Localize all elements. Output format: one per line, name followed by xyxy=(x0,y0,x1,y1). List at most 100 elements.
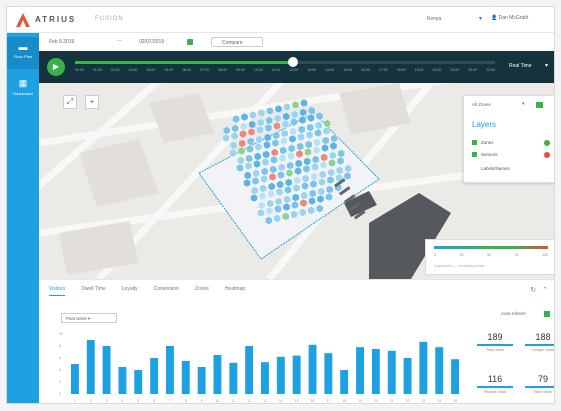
heatmap-cell xyxy=(260,174,268,184)
chevron-down-icon[interactable]: ▾ xyxy=(545,62,548,69)
heatmap-cell xyxy=(278,163,286,172)
range-select[interactable]: Past week ▾ xyxy=(61,313,117,323)
heatmap-cell xyxy=(264,133,272,142)
chart-bar[interactable] xyxy=(308,344,317,394)
layer-toggle-icon[interactable] xyxy=(536,102,543,108)
tab-conversion[interactable]: Conversion xyxy=(154,286,179,296)
chart-bar[interactable] xyxy=(150,358,159,394)
timeline-handle[interactable] xyxy=(288,57,299,67)
play-icon[interactable]: ▶ xyxy=(47,58,65,76)
chart-bar[interactable] xyxy=(356,347,364,394)
refresh-icon[interactable]: ↻ xyxy=(530,286,536,294)
chart-bar[interactable] xyxy=(166,346,174,394)
chart-bar[interactable] xyxy=(71,364,79,394)
chart-bar[interactable] xyxy=(213,355,222,394)
chevron-down-icon[interactable]: ▾ xyxy=(522,101,525,107)
layer-color-dot xyxy=(544,140,550,146)
y-tick-label: 6 xyxy=(59,356,61,360)
heatmap-cell xyxy=(310,172,318,181)
user-name: Dan McGrath xyxy=(498,15,529,21)
checkbox-icon[interactable] xyxy=(472,152,477,158)
heatmap-cell xyxy=(271,138,280,148)
heatmap-cell xyxy=(293,176,301,185)
heatmap-cell xyxy=(305,130,314,140)
x-tick-label: 23 xyxy=(422,399,426,403)
heatmap-cell xyxy=(244,161,253,171)
chart-bar[interactable] xyxy=(292,355,301,394)
tab-loyalty[interactable]: Loyalty xyxy=(122,286,138,296)
compare-checkbox[interactable] xyxy=(187,39,193,45)
checkbox-icon[interactable] xyxy=(472,140,477,146)
date-from[interactable]: Feb 9 2019 xyxy=(49,39,74,45)
chart-bar[interactable] xyxy=(387,350,396,394)
sidebar-item-floor-plan[interactable]: ▬ Floor Plan xyxy=(7,37,39,69)
layer-item-labels[interactable]: Labels/Names xyxy=(472,166,510,171)
chevron-down-icon[interactable]: ▾ xyxy=(479,15,482,22)
add-icon[interactable]: + xyxy=(85,95,99,109)
user-menu[interactable]: 👤 Dan McGrath xyxy=(491,15,528,21)
chart-bar[interactable] xyxy=(245,346,254,394)
heatmap-cell xyxy=(300,98,308,108)
timeline-slider[interactable] xyxy=(75,57,495,67)
heatmap-cell xyxy=(292,193,300,202)
heatmap-cell xyxy=(230,141,238,150)
chart-bar[interactable] xyxy=(134,370,143,394)
heatmap-cell xyxy=(337,149,345,158)
stat-card: 116 Repeat Visits xyxy=(477,374,513,394)
heatmap-cell xyxy=(297,132,305,142)
chart-bar[interactable] xyxy=(86,340,95,394)
compare-button[interactable]: Compare xyxy=(211,37,263,47)
fullscreen-icon[interactable]: ⤢ xyxy=(63,95,77,109)
layer-item-zones[interactable]: Zones xyxy=(472,140,494,146)
chart-bar[interactable] xyxy=(435,347,444,394)
sidebar-item-label: Dashboard xyxy=(13,91,33,96)
tab-visitors[interactable]: Visitors xyxy=(49,286,66,296)
auto-refresh-toggle[interactable] xyxy=(544,311,550,317)
tab-zones[interactable]: Zones xyxy=(195,286,209,296)
chart-bar[interactable] xyxy=(229,362,238,394)
heatmap-cell xyxy=(258,191,267,201)
chart-bar[interactable] xyxy=(340,370,349,394)
legend-gradient xyxy=(434,246,548,249)
timeline-tick: 19:00 xyxy=(414,68,424,72)
chart-bar[interactable] xyxy=(419,341,428,394)
x-tick-label: 12 xyxy=(247,399,251,403)
collapse-icon[interactable]: ⌃ xyxy=(542,286,548,294)
timeline-tick: 08:00 xyxy=(218,68,227,72)
chart-bar[interactable] xyxy=(118,367,127,394)
heatmap-cell xyxy=(291,110,299,119)
chart-bar[interactable] xyxy=(181,361,190,394)
date-to[interactable]: 02/07/2019 xyxy=(139,39,164,45)
x-tick-label: 7 xyxy=(169,399,171,403)
chart-bar[interactable] xyxy=(371,349,380,394)
chart-bar[interactable] xyxy=(276,356,285,394)
chart-bar[interactable] xyxy=(451,359,459,394)
heatmap-cell xyxy=(321,143,329,153)
heatmap-cell xyxy=(257,208,265,218)
heatmap-cell xyxy=(279,146,287,155)
heatmap-cell xyxy=(307,113,315,123)
heatmap-cell xyxy=(282,212,290,221)
zone-select[interactable]: All Zones xyxy=(472,102,491,107)
chart-bar[interactable] xyxy=(261,362,269,394)
tab-heatmap[interactable]: Heatmap xyxy=(225,286,245,296)
heatmap-cell xyxy=(278,153,287,163)
x-tick-label: 2 xyxy=(90,399,92,403)
layer-label: Zones xyxy=(481,140,494,145)
heatmap-cell xyxy=(274,114,282,123)
chart-bar[interactable] xyxy=(324,353,333,394)
chart-bar[interactable] xyxy=(197,367,206,394)
heatmap-cell xyxy=(323,119,331,128)
sidebar-item-dashboard[interactable]: ▦ Dashboard xyxy=(7,73,39,105)
layer-label: Sensors xyxy=(481,152,498,157)
heatmap-cell xyxy=(265,216,273,225)
x-tick-label: 4 xyxy=(122,399,124,403)
mode-label[interactable]: Real Time xyxy=(509,63,532,69)
chart-bar[interactable] xyxy=(102,346,111,394)
heatmap-cell xyxy=(315,111,324,121)
chart-bar[interactable] xyxy=(403,358,412,394)
heatmap-cell xyxy=(272,131,280,140)
site-select[interactable]: Kenya xyxy=(427,16,441,22)
tab-dwell-time[interactable]: Dwell Time xyxy=(81,286,105,296)
layer-item-sensors[interactable]: Sensors xyxy=(472,152,498,158)
